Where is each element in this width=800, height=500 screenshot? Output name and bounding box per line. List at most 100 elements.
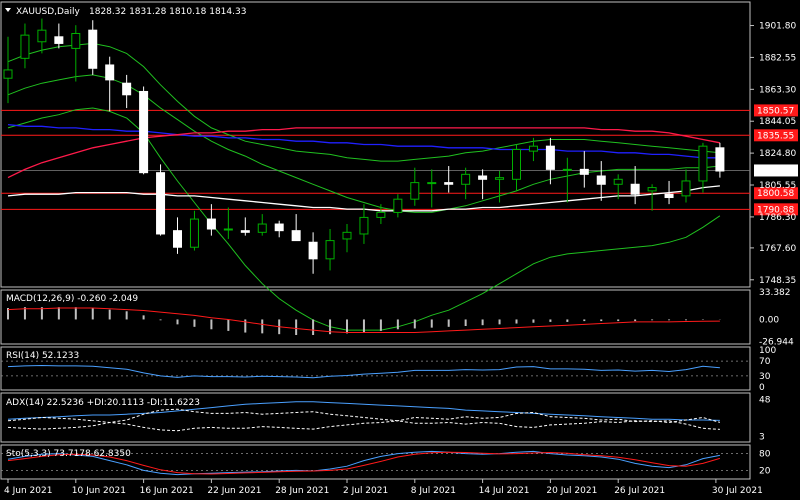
price-tick-label: 1882.55 xyxy=(759,53,796,63)
candle[interactable] xyxy=(189,210,199,251)
candle[interactable] xyxy=(54,23,64,49)
current-price-label: 1814.33 xyxy=(757,166,794,176)
symbol-label: XAUUSD,Daily xyxy=(16,7,80,17)
candle-body xyxy=(664,193,674,199)
candle[interactable] xyxy=(461,167,471,200)
candle-body xyxy=(189,218,199,248)
rsi-panel xyxy=(1,360,750,379)
candle[interactable] xyxy=(393,194,403,218)
candle[interactable] xyxy=(681,169,691,203)
candle[interactable] xyxy=(647,184,657,211)
time-tick-label: 8 Jul 2021 xyxy=(411,486,456,496)
minus-di-line xyxy=(7,408,720,430)
candle[interactable] xyxy=(444,166,454,193)
rsi-tick-label: 100 xyxy=(759,346,776,356)
candle-body xyxy=(139,90,149,174)
candle-body xyxy=(308,241,318,260)
candle[interactable] xyxy=(495,171,505,203)
candle[interactable] xyxy=(308,232,318,274)
candle[interactable] xyxy=(257,214,267,236)
macd-tick-label: 0.00 xyxy=(759,315,779,325)
candle[interactable] xyxy=(698,142,708,193)
price-tick-label: 1805.55 xyxy=(759,181,796,191)
candle-body xyxy=(156,172,166,235)
candle[interactable] xyxy=(715,142,725,178)
candle[interactable] xyxy=(410,167,420,206)
candle[interactable] xyxy=(512,144,521,191)
candle[interactable] xyxy=(37,18,47,54)
dropdown-triangle-icon[interactable] xyxy=(5,8,11,12)
trading-chart[interactable]: 1850.571835.551800.581790.881814.33 1901… xyxy=(0,0,800,500)
candle[interactable] xyxy=(71,25,81,82)
candle-body xyxy=(20,34,30,59)
rsi-tick-label: 0 xyxy=(759,383,765,393)
candle[interactable] xyxy=(105,56,115,112)
candle[interactable] xyxy=(139,86,149,175)
candle-body xyxy=(528,145,538,152)
price-tick-label: 1748.35 xyxy=(759,276,796,286)
macd-tick-label: 33.382 xyxy=(759,288,791,298)
candle-body xyxy=(647,187,657,192)
candle[interactable] xyxy=(240,217,250,236)
candle[interactable] xyxy=(156,164,166,236)
candle[interactable] xyxy=(562,157,572,203)
candle[interactable] xyxy=(173,217,182,254)
candle-body xyxy=(37,29,47,43)
price-tick-label: 1824.80 xyxy=(759,149,796,159)
candle[interactable] xyxy=(122,74,132,109)
candle[interactable] xyxy=(20,23,30,69)
macd-panel xyxy=(7,307,721,335)
candle-body xyxy=(681,180,691,197)
candles[interactable] xyxy=(3,18,725,274)
chart-header: XAUUSD,Daily 1828.32 1831.28 1810.18 181… xyxy=(5,7,246,17)
candle[interactable] xyxy=(88,20,98,75)
candle-body xyxy=(325,240,335,260)
candle[interactable] xyxy=(223,207,233,239)
adx-tick-label: 3 xyxy=(759,433,765,443)
candle-body xyxy=(596,175,606,185)
candle[interactable] xyxy=(325,229,335,271)
candle-body xyxy=(579,168,589,175)
time-tick-label: 4 Jun 2021 xyxy=(4,486,52,496)
candle[interactable] xyxy=(342,224,352,253)
candle-body xyxy=(613,178,623,185)
candle-body xyxy=(393,198,403,213)
candle-body xyxy=(376,211,386,218)
price-tick-label: 1901.80 xyxy=(759,22,796,32)
candle-body xyxy=(122,82,132,96)
candle[interactable] xyxy=(291,214,301,242)
level-tag-label: 1835.55 xyxy=(757,131,794,141)
candle[interactable] xyxy=(3,36,13,104)
candle[interactable] xyxy=(545,137,555,185)
time-tick-label: 16 Jun 2021 xyxy=(140,486,194,496)
adx-title: ADX(14) 22.5236 +DI:20.1113 -DI:11.6223 xyxy=(6,398,200,408)
candle[interactable] xyxy=(359,204,369,244)
candle[interactable] xyxy=(427,169,437,208)
price-tick-label: 1767.60 xyxy=(759,244,796,254)
rsi-title: RSI(14) 52.1233 xyxy=(6,351,79,361)
macd-title: MACD(12,26,9) -0.260 -2.049 xyxy=(6,294,138,304)
candle-body xyxy=(359,216,369,235)
candle-body xyxy=(88,29,98,69)
candle[interactable] xyxy=(596,161,606,201)
time-tick-label: 2 Jul 2021 xyxy=(343,486,388,496)
stochastic-tick-label: 80 xyxy=(759,450,771,460)
time-tick-label: 28 Jun 2021 xyxy=(275,486,329,496)
candle[interactable] xyxy=(630,166,640,205)
candle[interactable] xyxy=(579,151,589,188)
stochastic-tick-label: 20 xyxy=(759,466,771,476)
candle-body xyxy=(173,230,182,248)
rsi-line xyxy=(7,364,720,379)
adx-tick-label: 48 xyxy=(759,395,771,405)
candle-body xyxy=(630,183,640,195)
candle[interactable] xyxy=(274,220,284,238)
time-tick-label: 30 Jul 2021 xyxy=(712,486,763,496)
candle[interactable] xyxy=(478,169,488,200)
candle-body xyxy=(461,173,471,185)
candle-body xyxy=(71,32,81,49)
level-tag-label: 1850.57 xyxy=(757,106,794,116)
moving-averages xyxy=(7,123,721,212)
price-tick-label: 1844.05 xyxy=(759,117,796,127)
candle-body xyxy=(257,223,267,233)
candle-body xyxy=(206,218,216,230)
